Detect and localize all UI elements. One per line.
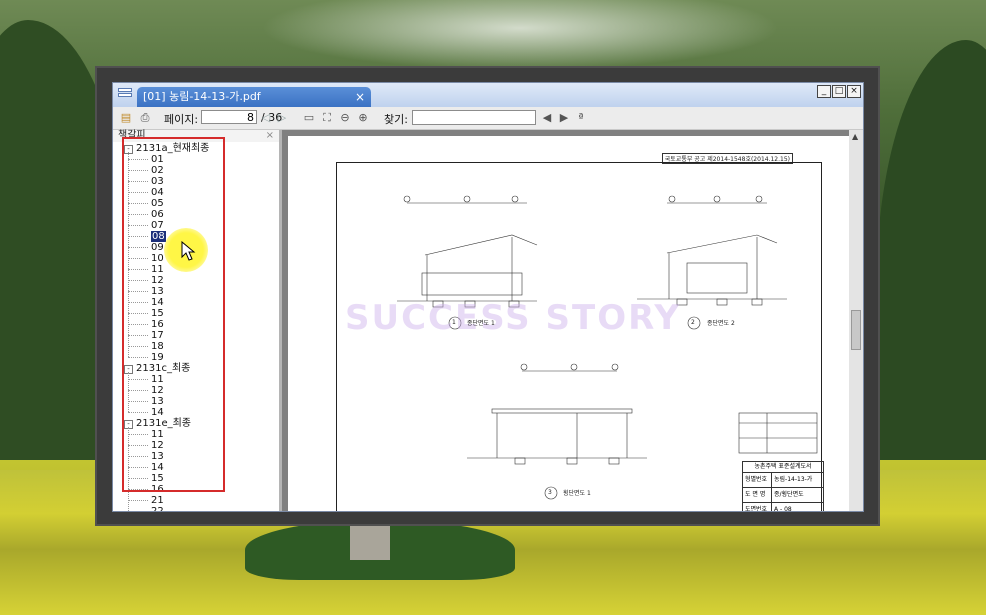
match-case-icon[interactable]: ª (574, 111, 588, 125)
window-controls: _ □ × (817, 85, 861, 98)
title-block-value: A - 08 (774, 506, 792, 512)
next-page-icon[interactable]: ▷ (275, 111, 289, 125)
title-block-header: 농촌주택 표준설계도서 (743, 462, 823, 473)
bookmark-item-label: 22 (151, 506, 164, 512)
page-number-input[interactable]: 8 (201, 110, 257, 124)
title-block-row: 형별번호 농림-14-13-가 (743, 473, 823, 488)
drawing-sheet: SUCCESS STORY 1 종단면도 1 2 종단면도 2 3 횡단면도 1… (336, 162, 824, 512)
section-number-1: 1 (452, 319, 456, 326)
section-number-2: 2 (691, 319, 695, 326)
document-tab-label: [01] 농림-14-13-가.pdf (143, 90, 261, 103)
document-tab[interactable]: [01] 농림-14-13-가.pdf × (137, 87, 371, 107)
title-block-key: 도면번호 (743, 503, 772, 511)
find-label: 찾기: (384, 113, 408, 126)
watermark: SUCCESS STORY (345, 298, 682, 338)
title-block-key: 형별번호 (743, 473, 772, 487)
document-viewport[interactable]: 국토교통부 공고 제2014-1548호(2014.12.15) SUCCESS… (282, 130, 849, 511)
section-caption-3: 횡단면도 1 (563, 490, 591, 497)
fit-page-icon[interactable]: ▭ (302, 111, 316, 125)
fit-width-icon[interactable]: ⛶ (320, 111, 334, 125)
title-block: 농촌주택 표준설계도서 형별번호 농림-14-13-가 도 면 명 종/횡단면도 도… (742, 461, 824, 512)
bookmark-panel-close-icon[interactable]: × (266, 130, 274, 142)
section-number-3: 3 (548, 489, 552, 496)
toolbar: ▤ ⎙ 페이지: 8 / 36 ◁ ▷ ▭ ⛶ ⊖ ⊕ 찾기: ◀ ▶ ª (113, 107, 863, 130)
find-prev-icon[interactable]: ◀ (540, 111, 554, 125)
title-block-key: 도 면 명 (743, 488, 772, 502)
pdf-page: 국토교통부 공고 제2014-1548호(2014.12.15) SUCCESS… (288, 136, 849, 512)
title-block-value: 농림-14-13-가 (774, 476, 813, 483)
tree-connector (128, 511, 148, 512)
minimize-button[interactable]: _ (817, 85, 831, 98)
wallpaper-hill-right (876, 40, 986, 460)
scrollbar-thumb[interactable] (851, 310, 861, 350)
maximize-button[interactable]: □ (832, 85, 846, 98)
title-block-row: 도면번호 A - 08 (743, 503, 823, 512)
prev-page-icon[interactable]: ◁ (259, 111, 273, 125)
tab-close-icon[interactable]: × (355, 87, 365, 107)
find-next-icon[interactable]: ▶ (557, 111, 571, 125)
zoom-out-icon[interactable]: ⊖ (338, 111, 352, 125)
mouse-cursor-highlight (164, 228, 208, 272)
find-input[interactable] (412, 110, 536, 125)
section-caption-1: 종단면도 1 (467, 320, 495, 327)
hamburger-menu-icon[interactable] (119, 89, 131, 101)
vertical-scrollbar[interactable]: ▲ (849, 130, 863, 511)
tree-connector (128, 500, 148, 501)
wallpaper-mist (260, 0, 780, 70)
print-icon[interactable]: ⎙ (138, 111, 152, 125)
section-caption-2: 종단면도 2 (707, 320, 735, 327)
highlight-box (122, 137, 225, 492)
title-bar: [01] 농림-14-13-가.pdf × _ □ × (113, 83, 863, 107)
close-window-button[interactable]: × (847, 85, 861, 98)
title-block-row: 도 면 명 종/횡단면도 (743, 488, 823, 503)
title-block-value: 종/횡단면도 (774, 491, 804, 498)
scroll-up-arrow-icon[interactable]: ▲ (852, 132, 858, 141)
page-label: 페이지: (164, 113, 199, 126)
wallpaper-trunk (350, 520, 390, 560)
mouse-pointer-icon (181, 241, 196, 261)
open-file-icon[interactable]: ▤ (119, 111, 133, 125)
zoom-in-icon[interactable]: ⊕ (356, 111, 370, 125)
bookmark-item-label: 21 (151, 495, 164, 506)
